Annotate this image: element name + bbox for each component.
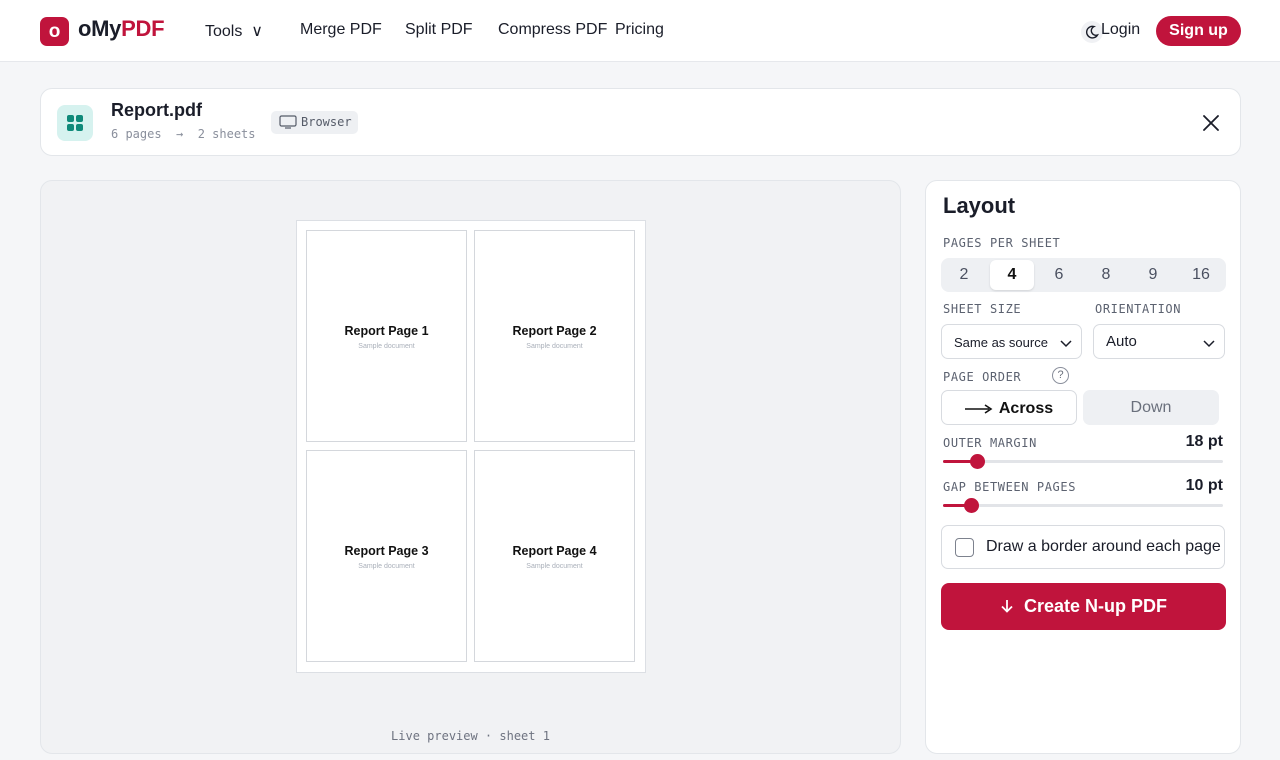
gap-label: GAP BETWEEN PAGES	[943, 480, 1077, 494]
layout-settings-panel: Layout PAGES PER SHEET 2 4 6 8 9 16 SHEE…	[925, 180, 1241, 754]
sheet-size-value: Same as source	[954, 335, 1048, 350]
pages-per-sheet-label: PAGES PER SHEET	[943, 236, 1061, 250]
monitor-icon	[279, 115, 297, 129]
nav-split-pdf[interactable]: Split PDF	[405, 21, 473, 39]
nav-tools-menu[interactable]: Tools ∨	[205, 21, 263, 41]
logo-name-plain: oMy	[78, 16, 122, 41]
logo-text[interactable]: oMyPDF	[78, 16, 165, 42]
download-arrow-icon	[1001, 600, 1013, 613]
outer-margin-label: OUTER MARGIN	[943, 436, 1037, 450]
outer-margin-value: 18 pt	[1185, 433, 1223, 450]
border-checkbox[interactable]	[955, 538, 974, 557]
preview-page: Report Page 3 Sample document	[306, 450, 467, 662]
orientation-select[interactable]: Auto	[1093, 324, 1225, 359]
gap-slider[interactable]	[943, 498, 1223, 513]
sheet-size-label: SHEET SIZE	[943, 302, 1022, 316]
preview-page-subtitle: Sample document	[526, 563, 583, 570]
gap-slider-thumb[interactable]	[964, 498, 979, 513]
create-nup-pdf-label: Create N-up PDF	[1023, 596, 1167, 616]
preview-sheet: Report Page 1 Sample document Report Pag…	[296, 220, 646, 673]
page-order-across-label: Across	[998, 400, 1054, 417]
pages-per-sheet-option-2[interactable]: 2	[942, 260, 986, 290]
sheet-size-select[interactable]: Same as source	[941, 324, 1082, 359]
grid-icon	[57, 105, 93, 141]
preview-page-subtitle: Sample document	[358, 563, 415, 570]
pages-per-sheet-option-8[interactable]: 8	[1084, 260, 1128, 290]
environment-badge: Browser	[271, 111, 358, 134]
create-nup-pdf-button[interactable]: Create N-up PDF	[941, 583, 1226, 630]
chevron-down-icon	[1203, 340, 1215, 348]
preview-page: Report Page 1 Sample document	[306, 230, 467, 442]
preview-page-title: Report Page 3	[344, 544, 429, 558]
close-icon[interactable]	[1199, 111, 1223, 135]
preview-page: Report Page 4 Sample document	[474, 450, 635, 662]
nav-pricing[interactable]: Pricing	[615, 21, 664, 39]
preview-panel: Report Page 1 Sample document Report Pag…	[40, 180, 901, 754]
moon-icon[interactable]	[1081, 21, 1103, 43]
outer-margin-slider[interactable]	[943, 454, 1223, 469]
orientation-value: Auto	[1106, 333, 1137, 350]
orientation-label: ORIENTATION	[1095, 302, 1182, 316]
file-bar: Report.pdf 6 pages → 2 sheets Browser	[40, 88, 1241, 156]
top-nav-bar: o oMyPDF Tools ∨ Merge PDF Split PDF Com…	[0, 0, 1280, 62]
border-option-row[interactable]: Draw a border around each page	[941, 525, 1225, 569]
page-order-across-button[interactable]: Across	[941, 390, 1077, 425]
pages-per-sheet-option-6[interactable]: 6	[1037, 260, 1081, 290]
gap-value: 10 pt	[1185, 477, 1223, 494]
pages-per-sheet-option-4[interactable]: 4	[990, 260, 1034, 290]
environment-label: Browser	[301, 115, 352, 129]
logo-name-accent: PDF	[121, 16, 165, 41]
file-meta: 6 pages → 2 sheets	[111, 127, 256, 141]
pages-per-sheet-selector: 2 4 6 8 9 16	[941, 258, 1226, 292]
preview-page-subtitle: Sample document	[526, 343, 583, 350]
arrow-right-icon	[964, 404, 993, 414]
preview-caption: Live preview · sheet 1	[391, 729, 550, 743]
chevron-down-icon	[1060, 340, 1072, 348]
page-order-label: PAGE ORDER	[943, 370, 1022, 384]
logo-mark[interactable]: o	[40, 17, 69, 46]
preview-page-subtitle: Sample document	[358, 343, 415, 350]
page-order-down-button[interactable]: Down	[1083, 390, 1219, 425]
outer-margin-slider-thumb[interactable]	[969, 454, 985, 469]
help-icon[interactable]: ?	[1052, 367, 1069, 384]
border-checkbox-label: Draw a border around each page	[986, 538, 1221, 555]
preview-page-title: Report Page 4	[512, 544, 597, 558]
preview-page-title: Report Page 1	[344, 324, 429, 338]
file-name: Report.pdf	[111, 100, 202, 120]
pages-per-sheet-option-9[interactable]: 9	[1131, 260, 1175, 290]
pages-per-sheet-option-16[interactable]: 16	[1179, 260, 1223, 290]
preview-page: Report Page 2 Sample document	[474, 230, 635, 442]
nav-merge-pdf[interactable]: Merge PDF	[300, 21, 382, 39]
nav-compress-pdf[interactable]: Compress PDF	[498, 21, 607, 39]
login-link[interactable]: Login	[1101, 21, 1140, 39]
panel-title: Layout	[943, 193, 1016, 218]
preview-page-title: Report Page 2	[512, 324, 597, 338]
signup-button[interactable]: Sign up	[1156, 16, 1241, 46]
